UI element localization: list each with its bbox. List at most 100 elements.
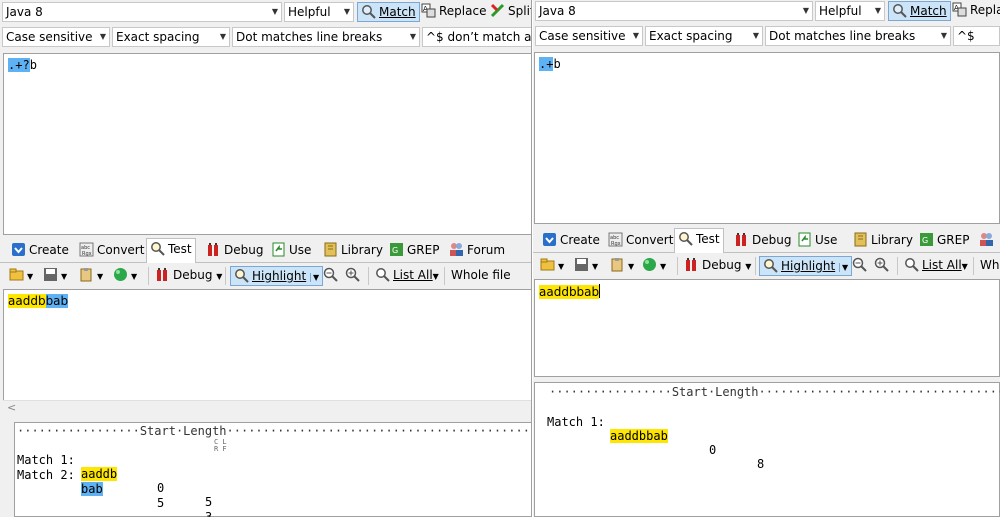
flavor-select[interactable]: Java 8 ▼: [2, 2, 282, 22]
regex-editor[interactable]: .+b: [534, 52, 1000, 224]
subject-match-2: bab: [45, 294, 69, 308]
folder-icon: [9, 268, 24, 281]
tab-grep[interactable]: G GREP: [916, 230, 972, 252]
tab-use[interactable]: Use: [794, 230, 840, 252]
chevron-down-icon: ▼: [752, 31, 759, 40]
list-all-label: List All: [393, 268, 433, 282]
web-button[interactable]: ▼: [110, 266, 140, 286]
test-toolbar: ▼ ▼ ▼ ▼ Debug ▼ Highlight ▼ List All▼ Wh…: [533, 254, 1000, 278]
case-select[interactable]: Case sensitive ▼: [535, 26, 643, 46]
debug-label: Debug: [702, 258, 742, 272]
anchor-select[interactable]: ^$ don’t match at: [422, 27, 532, 47]
chevron-down-icon: ▼: [839, 263, 849, 272]
paste-button[interactable]: ▼: [607, 256, 637, 276]
tab-convert[interactable]: abc Rgx Convert: [76, 240, 147, 262]
scope-select[interactable]: Whole file: [448, 266, 514, 286]
top-toolbar: Java 8 ▼ Helpful ▼ Match A Repla: [533, 0, 1000, 24]
match-length: 8: [757, 457, 765, 471]
previous-match-button[interactable]: [849, 256, 873, 276]
chevron-down-icon: ▼: [131, 272, 138, 281]
tab-use[interactable]: Use: [268, 240, 314, 262]
tab-grep[interactable]: G GREP: [386, 240, 442, 262]
scope-value: Whole file: [451, 268, 511, 282]
tab-debug[interactable]: Debug: [731, 230, 794, 252]
replace-button[interactable]: A Replace: [418, 2, 489, 22]
tab-create[interactable]: Create: [539, 230, 603, 252]
chevron-down-icon: ▼: [343, 7, 350, 16]
replace-icon: A: [421, 3, 436, 18]
split-button[interactable]: Split: [487, 2, 532, 22]
debug-button[interactable]: Debug ▼: [152, 266, 225, 286]
subject-horizontal-scrollbar[interactable]: <: [3, 400, 532, 417]
subject-editor[interactable]: aaddbbab: [3, 289, 532, 401]
tab-create[interactable]: Create: [8, 240, 72, 262]
open-button[interactable]: ▼: [537, 256, 567, 276]
next-match-button[interactable]: [342, 266, 366, 286]
top-toolbar: Java 8 ▼ Helpful ▼ Match A Replace Split: [0, 0, 532, 24]
regex-editor[interactable]: .+?b: [3, 53, 532, 235]
scope-select[interactable]: Whi: [977, 256, 1000, 276]
results-panel: ·················Start·Length···········…: [534, 382, 1000, 517]
convert-icon: abcRgx: [608, 232, 623, 247]
subject-text: aaddbbab: [8, 294, 69, 308]
list-all-button[interactable]: List All▼: [901, 256, 971, 276]
library-icon: [324, 242, 337, 257]
dot-select[interactable]: Dot matches line breaks ▼: [765, 26, 951, 46]
match-button[interactable]: Match: [888, 1, 951, 21]
tab-library[interactable]: Library: [850, 230, 916, 252]
forum-icon: [980, 233, 993, 246]
match-button[interactable]: Match: [357, 2, 420, 22]
subject-match-1: aaddb: [8, 294, 46, 308]
tab-label: Debug: [752, 233, 792, 247]
spacing-select[interactable]: Exact spacing ▼: [112, 27, 230, 47]
next-match-button[interactable]: [871, 256, 895, 276]
case-value: Case sensitive: [539, 29, 626, 43]
match-label: Match 1:: [547, 415, 605, 429]
tab-test[interactable]: Test: [146, 238, 196, 263]
paste-button[interactable]: ▼: [76, 266, 106, 286]
open-button[interactable]: ▼: [6, 266, 36, 286]
anchor-select[interactable]: ^$: [953, 26, 1000, 46]
results-row[interactable]: Match 1: aaddbbab 0 8: [547, 401, 764, 471]
replace-button[interactable]: A Repla: [949, 1, 1000, 21]
regex-literal-part: b: [553, 57, 561, 71]
replace-label: Repla: [970, 3, 1000, 17]
mode-select[interactable]: Helpful ▼: [815, 1, 885, 21]
tab-label: GREP: [407, 243, 440, 257]
tab-convert[interactable]: abc Rgx Convert: [605, 230, 676, 252]
highlight-label: Highlight: [781, 259, 836, 273]
tab-forum[interactable]: Forum: [446, 240, 508, 262]
tab-forum[interactable]: [976, 230, 1000, 252]
results-row[interactable]: Match 1: aaddb 0 5 C L R F: [17, 438, 227, 509]
list-all-button[interactable]: List All▼: [372, 266, 442, 286]
highlight-label: Highlight: [252, 269, 307, 283]
mode-select[interactable]: Helpful ▼: [284, 2, 354, 22]
chevron-down-icon: ▼: [592, 262, 599, 271]
previous-match-button[interactable]: [320, 266, 344, 286]
debug-button[interactable]: Debug ▼: [681, 256, 754, 276]
toolbar-separator: [973, 257, 974, 275]
highlight-button[interactable]: Highlight ▼: [230, 266, 324, 286]
web-button[interactable]: ▼: [639, 256, 669, 276]
regex-text: .+?b: [8, 58, 37, 72]
tab-test[interactable]: Test: [674, 228, 724, 253]
tab-library[interactable]: Library: [320, 240, 386, 262]
anchor-value: ^$: [957, 29, 975, 43]
save-button[interactable]: ▼: [571, 256, 601, 276]
flavor-select[interactable]: Java 8 ▼: [535, 1, 813, 21]
save-button[interactable]: ▼: [40, 266, 70, 286]
highlight-button[interactable]: Highlight ▼: [759, 256, 853, 276]
spacing-select[interactable]: Exact spacing ▼: [645, 26, 763, 46]
library-icon: [854, 232, 867, 247]
tab-debug[interactable]: Debug: [203, 240, 266, 262]
zoom-in-icon: [345, 267, 360, 282]
results-row[interactable]: Match 2: bab 5 3: [17, 454, 212, 517]
folder-icon: [540, 258, 555, 271]
dot-select[interactable]: Dot matches line breaks ▼: [232, 27, 420, 47]
replace-label: Replace: [439, 4, 487, 18]
toolbar-separator: [755, 257, 756, 275]
subject-editor[interactable]: aaddbbab: [534, 279, 1000, 377]
case-select[interactable]: Case sensitive ▼: [2, 27, 110, 47]
scroll-left-icon[interactable]: <: [7, 401, 16, 414]
clipboard-icon: [611, 258, 623, 272]
